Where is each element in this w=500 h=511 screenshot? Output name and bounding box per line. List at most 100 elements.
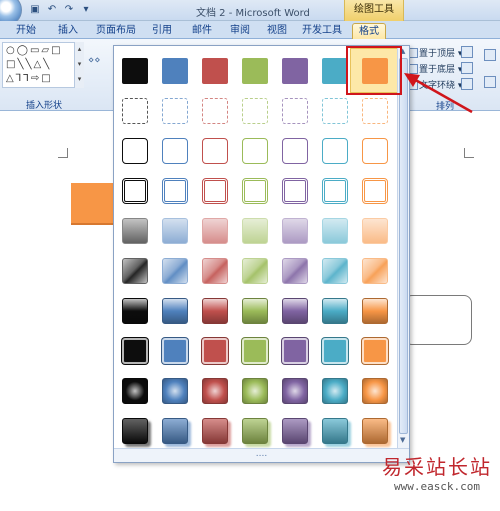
shape-style-swatch[interactable] (362, 218, 388, 244)
shape-style-swatch[interactable] (162, 298, 188, 324)
shape-style-swatch[interactable] (282, 298, 308, 324)
shape-style-swatch[interactable] (202, 218, 228, 244)
elbow-connector-icon[interactable]: ⅂ (16, 73, 22, 85)
shape-style-swatch[interactable] (162, 378, 188, 404)
shape-style-swatch[interactable] (242, 298, 268, 324)
3d-effects-icon[interactable] (484, 76, 496, 88)
shape-style-swatch[interactable] (122, 58, 148, 84)
tab-home[interactable]: 开始 (12, 23, 40, 39)
shape-style-swatch[interactable] (162, 98, 188, 124)
customize-qat-icon[interactable]: ▾ (79, 3, 93, 17)
shape-style-swatch[interactable] (322, 258, 348, 284)
shape-style-swatch[interactable] (362, 418, 388, 444)
tab-references[interactable]: 引用 (148, 23, 176, 39)
shape-style-swatch[interactable] (242, 378, 268, 404)
line-shape-icon[interactable]: ╲ (43, 59, 49, 71)
shape-style-swatch[interactable] (242, 178, 268, 204)
shape-style-swatch[interactable] (242, 338, 268, 364)
shape-style-swatch[interactable] (322, 98, 348, 124)
shape-style-swatch[interactable] (282, 418, 308, 444)
shape-style-swatch[interactable] (122, 98, 148, 124)
shape-style-swatch[interactable] (322, 218, 348, 244)
shape-style-swatch[interactable] (202, 178, 228, 204)
shape-style-swatch[interactable] (362, 138, 388, 164)
line-shape-icon[interactable]: ╲ (25, 59, 31, 71)
shape-style-swatch[interactable] (242, 218, 268, 244)
undo-icon[interactable]: ↶ (45, 3, 59, 17)
shape-style-swatch[interactable] (282, 338, 308, 364)
shape-style-swatch[interactable] (322, 178, 348, 204)
shape-style-swatch[interactable] (282, 218, 308, 244)
triangle-shape-icon[interactable]: △ (34, 59, 42, 71)
triangle-shape-icon[interactable]: △ (6, 73, 14, 85)
shape-style-swatch[interactable] (322, 418, 348, 444)
shape-style-swatch[interactable] (282, 178, 308, 204)
shape-style-swatch[interactable] (162, 58, 188, 84)
gallery-resize-grip[interactable]: .... (114, 448, 409, 462)
shape-style-swatch[interactable] (122, 418, 148, 444)
shape-style-swatch[interactable] (162, 258, 188, 284)
bring-to-front-button[interactable]: 置于顶层 ▾ (408, 46, 462, 59)
rectangle-shape-icon[interactable]: □ (51, 45, 60, 57)
shape-style-swatch[interactable] (282, 58, 308, 84)
rounded-rect-shape-icon[interactable]: ▭ (30, 45, 39, 57)
orange-rectangle-shape[interactable] (71, 183, 117, 225)
shape-style-swatch[interactable] (282, 258, 308, 284)
shape-style-swatch[interactable] (162, 178, 188, 204)
shape-style-swatch[interactable] (322, 338, 348, 364)
shape-style-swatch[interactable] (122, 258, 148, 284)
shape-style-swatch[interactable] (362, 378, 388, 404)
shape-style-swatch[interactable] (202, 418, 228, 444)
edit-shape-icon[interactable]: ⋄⋄ (88, 55, 101, 66)
shape-style-swatch[interactable] (362, 298, 388, 324)
shape-style-swatch[interactable] (322, 138, 348, 164)
shape-style-swatch[interactable] (202, 298, 228, 324)
shape-style-swatch[interactable] (242, 138, 268, 164)
shape-style-swatch[interactable] (162, 138, 188, 164)
shape-style-swatch[interactable] (202, 378, 228, 404)
shape-style-swatch[interactable] (122, 338, 148, 364)
tab-view[interactable]: 视图 (263, 23, 291, 39)
shape-style-swatch[interactable] (122, 298, 148, 324)
parallelogram-shape-icon[interactable]: ▱ (41, 45, 49, 57)
shape-style-swatch[interactable] (362, 98, 388, 124)
shape-style-swatch[interactable] (202, 138, 228, 164)
shadow-effects-icon[interactable] (484, 49, 496, 61)
shape-style-swatch[interactable] (242, 418, 268, 444)
shape-style-swatch[interactable] (162, 218, 188, 244)
rect-shape-icon[interactable]: □ (6, 59, 15, 71)
shape-style-swatch[interactable] (202, 338, 228, 364)
shape-style-swatch[interactable] (122, 218, 148, 244)
shape-style-swatch[interactable] (202, 258, 228, 284)
oval-shape-icon[interactable]: ○ (6, 45, 15, 57)
redo-icon[interactable]: ↷ (62, 3, 76, 17)
line-shape-icon[interactable]: ╲ (17, 59, 23, 71)
shape-style-swatch[interactable] (242, 58, 268, 84)
shape-style-swatch[interactable] (242, 98, 268, 124)
shape-style-swatch[interactable] (362, 258, 388, 284)
circle-shape-icon[interactable]: ◯ (17, 45, 28, 57)
tab-insert[interactable]: 插入 (54, 23, 82, 39)
shape-style-swatch[interactable] (242, 258, 268, 284)
align-icon[interactable] (461, 46, 473, 58)
shape-styles-gallery[interactable]: ▲ ▼ .... (113, 45, 410, 463)
shape-style-swatch[interactable] (282, 378, 308, 404)
shape-style-swatch[interactable] (362, 338, 388, 364)
tab-mailings[interactable]: 邮件 (188, 23, 216, 39)
rounded-rectangle-shape[interactable] (404, 295, 472, 345)
shape-style-swatch[interactable] (122, 138, 148, 164)
rectangle-shape-icon[interactable]: □ (41, 73, 50, 85)
save-icon[interactable]: ▣ (28, 3, 42, 17)
shape-style-swatch[interactable] (122, 378, 148, 404)
shape-style-swatch[interactable] (322, 58, 348, 84)
tab-page-layout[interactable]: 页面布局 (94, 23, 138, 39)
shape-style-swatch[interactable] (282, 138, 308, 164)
shapes-gallery-scroll[interactable]: ▴ ▾ ▾ (74, 42, 84, 88)
shape-style-swatch[interactable] (282, 98, 308, 124)
scroll-down-icon[interactable]: ▼ (400, 436, 405, 444)
arrow-shape-icon[interactable]: ⇨ (31, 73, 39, 85)
shapes-gallery[interactable]: ○ ◯ ▭ ▱ □ □ ╲ ╲ △ ╲ △ ⅂ Ꞁ ⇨ □ (2, 42, 82, 88)
shape-style-swatch[interactable] (122, 178, 148, 204)
shape-style-swatch[interactable] (322, 298, 348, 324)
shape-style-swatch[interactable] (162, 338, 188, 364)
